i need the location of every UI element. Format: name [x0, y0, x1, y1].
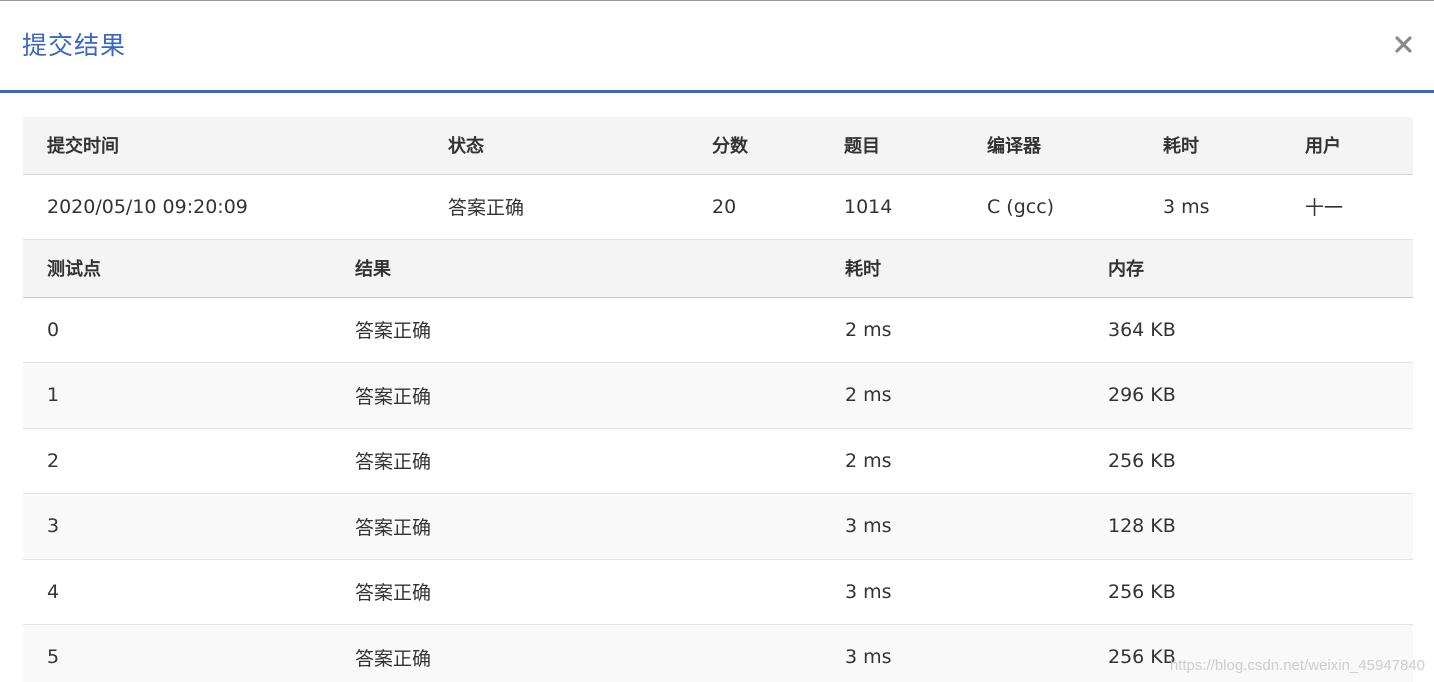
table-row: 1 答案正确 2 ms 296 KB [23, 362, 1413, 429]
case-memory: 256 KB [1084, 559, 1413, 625]
submission-status: 答案正确 [424, 174, 688, 240]
case-duration: 2 ms [821, 362, 1084, 429]
summary-row: 2020/05/10 09:20:09 答案正确 20 1014 C (gcc)… [23, 174, 1413, 240]
case-duration: 3 ms [821, 493, 1084, 560]
submission-summary-table: 提交时间 状态 分数 题目 编译器 耗时 用户 2020/05/10 09:20… [23, 117, 1413, 240]
summary-header-row: 提交时间 状态 分数 题目 编译器 耗时 用户 [23, 117, 1413, 175]
header-duration: 耗时 [1139, 117, 1281, 175]
header-score: 分数 [688, 117, 820, 175]
table-row: 4 答案正确 3 ms 256 KB [23, 559, 1413, 625]
case-memory: 296 KB [1084, 362, 1413, 429]
submission-user: 十一 [1281, 174, 1413, 240]
submit-time: 2020/05/10 09:20:09 [23, 174, 424, 240]
header-problem: 题目 [820, 117, 963, 175]
case-memory: 364 KB [1084, 297, 1413, 363]
submission-duration: 3 ms [1139, 174, 1281, 240]
submission-score: 20 [688, 174, 820, 240]
dialog-header: 提交结果 [0, 1, 1434, 93]
header-case-result: 结果 [331, 240, 821, 298]
case-memory: 256 KB [1084, 428, 1413, 494]
case-memory: 256 KB [1084, 624, 1413, 682]
header-compiler: 编译器 [963, 117, 1139, 175]
case-duration: 3 ms [821, 624, 1084, 682]
case-id: 4 [23, 559, 331, 625]
case-duration: 2 ms [821, 297, 1084, 363]
case-id: 1 [23, 362, 331, 429]
header-case-memory: 内存 [1084, 240, 1413, 298]
problem-link[interactable]: 1014 [820, 174, 963, 240]
table-row: 0 答案正确 2 ms 364 KB [23, 297, 1413, 363]
test-case-table: 测试点 结果 耗时 内存 0 答案正确 2 ms 364 KB 1 答案正确 2… [23, 240, 1413, 682]
header-status: 状态 [424, 117, 688, 175]
case-duration: 3 ms [821, 559, 1084, 625]
close-icon [1394, 35, 1412, 53]
case-duration: 2 ms [821, 428, 1084, 494]
case-result: 答案正确 [331, 428, 821, 494]
table-row: 5 答案正确 3 ms 256 KB [23, 624, 1413, 682]
case-id: 5 [23, 624, 331, 682]
compiler: C (gcc) [963, 174, 1139, 240]
table-row: 3 答案正确 3 ms 128 KB [23, 493, 1413, 560]
header-submit-time: 提交时间 [23, 117, 424, 175]
close-button[interactable] [1390, 29, 1416, 59]
header-user: 用户 [1281, 117, 1413, 175]
table-row: 2 答案正确 2 ms 256 KB [23, 428, 1413, 494]
case-header-row: 测试点 结果 耗时 内存 [23, 240, 1413, 298]
case-result: 答案正确 [331, 559, 821, 625]
case-id: 3 [23, 493, 331, 560]
submission-result-dialog: 提交结果 提交时间 状态 分数 题目 编译器 耗时 用户 2020/05/10 … [0, 0, 1434, 682]
case-memory: 128 KB [1084, 493, 1413, 560]
case-result: 答案正确 [331, 297, 821, 363]
case-result: 答案正确 [331, 493, 821, 560]
case-result: 答案正确 [331, 624, 821, 682]
case-id: 2 [23, 428, 331, 494]
dialog-title: 提交结果 [22, 31, 127, 60]
case-result: 答案正确 [331, 362, 821, 429]
header-case-id: 测试点 [23, 240, 331, 298]
case-id: 0 [23, 297, 331, 363]
header-case-duration: 耗时 [821, 240, 1084, 298]
